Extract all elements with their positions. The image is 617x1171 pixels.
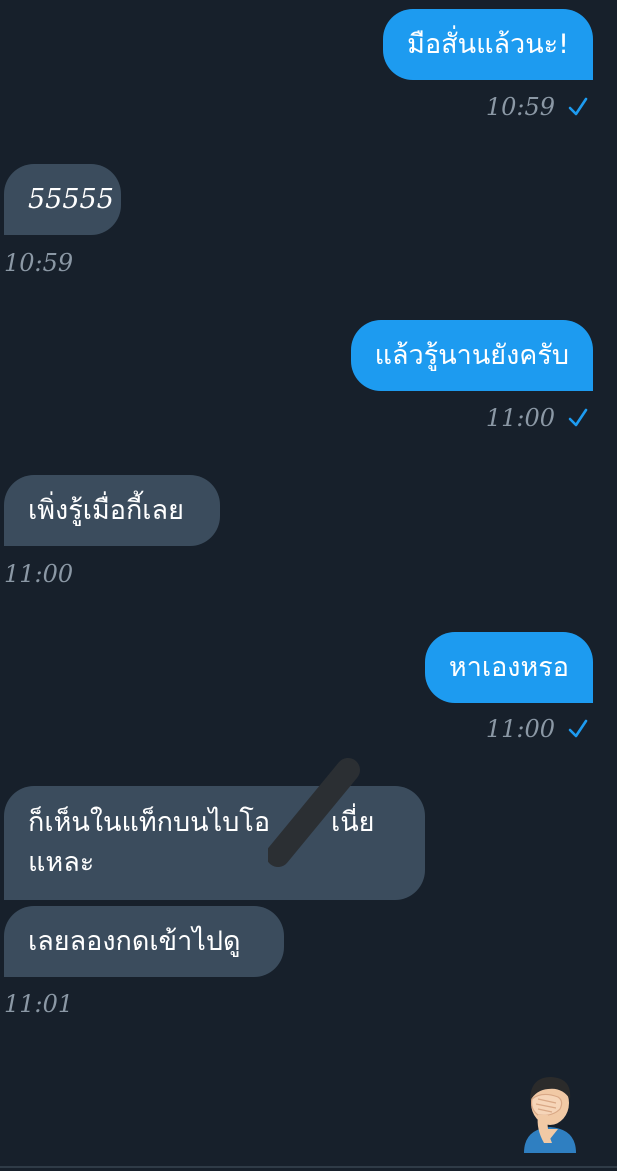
message-time: 10:59 xyxy=(4,249,74,277)
message-text: เนี่ย xyxy=(331,807,375,838)
message-text: แหละ xyxy=(28,847,95,878)
message-time: 11:01 xyxy=(4,990,74,1018)
message-text: เลยลองกดเข้าไปดู xyxy=(28,925,241,957)
message-text: แล้วรู้นานยังครับ xyxy=(374,339,569,371)
message-time: 10:59 xyxy=(485,93,555,121)
message-bubble-outgoing[interactable]: หาเองหรอ xyxy=(424,632,593,703)
message-meta: 11:00 xyxy=(4,559,73,589)
message-text: หาเองหรอ xyxy=(448,651,569,683)
message-meta: 11:00 xyxy=(486,714,589,744)
message-bubble-incoming[interactable]: เพิ่งรู้เมื่อกี้เลย xyxy=(4,475,220,546)
message-bubble-outgoing[interactable]: มือสั่นแล้วนะ! xyxy=(383,9,593,80)
facepalm-emoji[interactable] xyxy=(518,1073,582,1153)
message-bubble-incoming[interactable]: เลยลองกดเข้าไปดู xyxy=(4,906,284,977)
message-bubble-incoming[interactable]: ก็เห็นในแท็กบนไบโอ เนี่ย แหละ xyxy=(4,786,425,900)
message-meta: 10:59 xyxy=(486,92,589,122)
check-icon xyxy=(568,408,588,427)
check-icon xyxy=(568,719,588,738)
message-text: มือสั่นแล้วนะ! xyxy=(407,28,569,60)
message-meta: 10:59 xyxy=(4,248,73,278)
message-text: เพิ่งรู้เมื่อกี้เลย xyxy=(28,494,184,526)
divider xyxy=(0,1166,617,1168)
message-text: ก็เห็นในแท็กบนไบโอ xyxy=(28,807,271,838)
message-bubble-outgoing[interactable]: แล้วรู้นานยังครับ xyxy=(350,320,593,391)
chat-thread: มือสั่นแล้วนะ! 10:59 55555 10:59 แล้วรู้… xyxy=(0,0,617,1171)
message-time: 11:00 xyxy=(485,715,555,743)
check-icon xyxy=(568,97,588,116)
message-meta: 11:01 xyxy=(4,989,73,1019)
message-text-line: ก็เห็นในแท็กบนไบโอ เนี่ย xyxy=(28,803,401,843)
message-time: 11:00 xyxy=(4,560,74,588)
message-text-line: แหละ xyxy=(28,843,94,883)
message-meta: 11:00 xyxy=(486,403,589,433)
message-bubble-incoming[interactable]: 55555 xyxy=(4,164,121,235)
message-text: 55555 xyxy=(28,183,114,215)
message-time: 11:00 xyxy=(485,404,555,432)
